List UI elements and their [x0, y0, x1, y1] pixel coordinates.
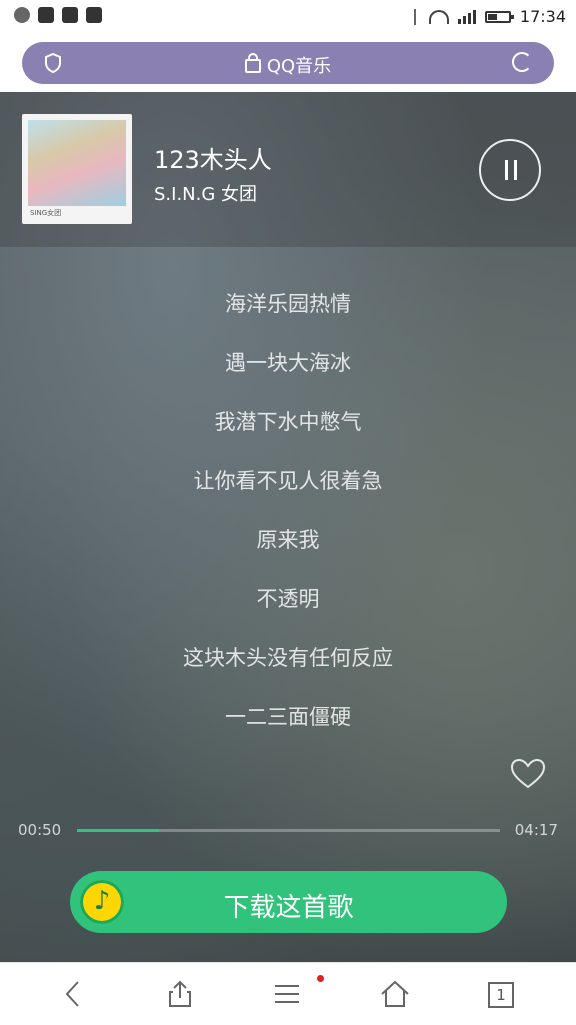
wifi-icon: [428, 9, 449, 24]
total-time: 04:17: [514, 821, 558, 839]
song-artist: S.I.N.G 女团: [154, 184, 258, 205]
song-title: 123木头人: [154, 146, 272, 174]
lock-icon: [244, 53, 261, 73]
battery-icon: [484, 10, 514, 23]
grid-app-icon: [62, 7, 78, 23]
lyric-line: 我潜下水中憋气: [214, 410, 362, 434]
favorite-heart-icon[interactable]: [510, 758, 546, 790]
lyric-line: 一二三面僵硬: [225, 705, 351, 729]
back-button[interactable]: [44, 963, 104, 1025]
lyric-line: 海洋乐园热情: [225, 292, 351, 316]
download-song-button[interactable]: 下载这首歌: [70, 871, 507, 933]
app-icon: [14, 7, 30, 23]
signal-icon: [457, 9, 476, 24]
share-button[interactable]: [150, 963, 210, 1025]
url-display[interactable]: QQ音乐: [22, 52, 554, 78]
download-label: 下载这首歌: [223, 893, 354, 923]
album-cover: SING女团: [22, 114, 132, 224]
address-bar-container: QQ音乐: [0, 34, 576, 92]
image-icon: [38, 7, 54, 23]
lyric-line: 这块木头没有任何反应: [183, 646, 393, 670]
lyric-line: 原来我: [256, 528, 320, 552]
lyric-line: 不透明: [256, 587, 320, 611]
url-label: QQ音乐: [266, 56, 332, 77]
pause-icon: [505, 160, 508, 180]
progress-fill: [77, 829, 160, 832]
album-cover-art: [28, 120, 126, 206]
refresh-icon[interactable]: [512, 52, 532, 72]
lyric-line: 遇一块大海冰: [225, 351, 351, 375]
address-bar[interactable]: QQ音乐: [22, 42, 554, 84]
home-button[interactable]: [365, 963, 425, 1025]
current-time: 00:50: [18, 821, 62, 839]
app-icon: [86, 7, 102, 23]
album-cover-caption: SING女团: [30, 209, 62, 217]
menu-icon: [275, 985, 299, 1003]
browser-bottom-nav: 1: [0, 962, 576, 1025]
status-time: 17:34: [519, 7, 566, 26]
pause-button[interactable]: [479, 139, 541, 201]
status-bar: 17:34: [0, 0, 576, 34]
progress-bar[interactable]: [77, 829, 500, 832]
tabs-icon: 1: [488, 982, 514, 1008]
lyric-line: 让你看不见人很着急: [193, 469, 383, 493]
back-icon: [65, 981, 79, 1007]
tabs-button[interactable]: 1: [471, 963, 531, 1025]
share-icon: [169, 980, 191, 1007]
lyrics-list: 海洋乐园热情 遇一块大海冰 我潜下水中憋气 让你看不见人很着急 原来我 不透明 …: [0, 288, 576, 760]
bluetooth-icon: [410, 8, 420, 25]
menu-button[interactable]: [257, 963, 324, 1025]
home-icon: [381, 980, 409, 1007]
notification-dot: [317, 975, 324, 982]
player-panel: SING女团 123木头人 S.I.N.G 女团 海洋乐园热情 遇一块大海冰 我…: [0, 92, 576, 962]
